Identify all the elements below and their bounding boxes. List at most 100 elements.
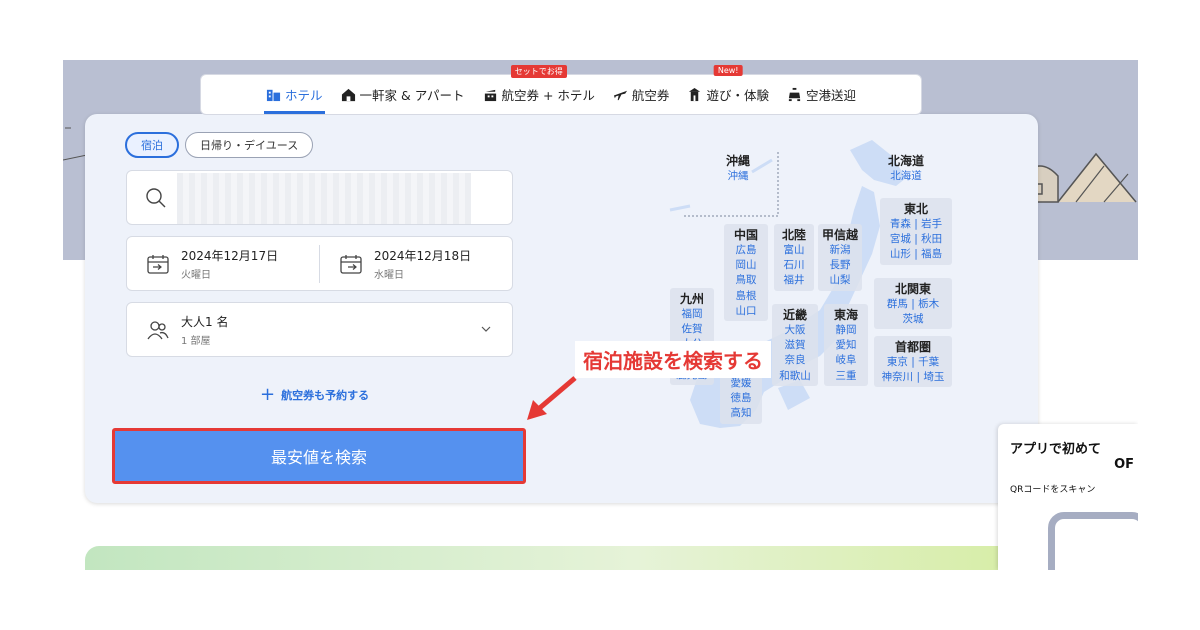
region-shikoku[interactable]: 愛媛 徳島 高知 xyxy=(720,374,762,424)
tab-hotel-label: ホテル xyxy=(285,88,323,103)
pref-link[interactable]: 茨城 xyxy=(877,312,949,327)
app-promo-qr-text: QRコードをスキャン xyxy=(1010,485,1096,495)
checkout-date-value: 2024年12月18日 xyxy=(374,248,472,263)
region-chugoku[interactable]: 中国 広島 岡山 鳥取 島根 山口 xyxy=(724,224,768,322)
pref-link[interactable]: 北海道 xyxy=(879,169,933,184)
region-name: 近畿 xyxy=(782,308,807,322)
tab-vacation-rental-label: 一軒家 & アパート xyxy=(359,88,465,103)
region-name: 九州 xyxy=(679,292,704,306)
pref-link[interactable]: 和歌山 xyxy=(775,369,815,384)
region-name: 北海道 xyxy=(887,154,924,168)
search-card: 宿泊 日帰り・デイユース 2024年12月17日 火曜日 2024年12月18日… xyxy=(85,114,1038,503)
tab-activities[interactable]: New! 遊び・体験 xyxy=(685,65,771,114)
occupancy-adults: 大人1 名 xyxy=(181,314,229,329)
region-kinki[interactable]: 近畿 大阪 滋賀 奈良 和歌山 xyxy=(772,304,818,386)
region-tokai[interactable]: 東海 静岡 愛知 岐阜 三重 xyxy=(824,304,868,386)
checkin-date[interactable]: 2024年12月17日 火曜日 xyxy=(127,237,319,290)
pref-link[interactable]: 大阪 xyxy=(775,323,815,338)
destination-search-field[interactable] xyxy=(126,170,513,225)
pref-link[interactable]: 鳥取 xyxy=(727,273,765,288)
tab-flight-hotel[interactable]: セットでお得 航空券 + ホテル xyxy=(481,65,597,114)
occupancy-rooms: 1 部屋 xyxy=(181,335,211,347)
pref-link[interactable]: 群馬 | 栃木 xyxy=(877,297,949,312)
region-name: 北陸 xyxy=(781,228,806,242)
overnight-pill[interactable]: 宿泊 xyxy=(125,132,179,158)
pref-link[interactable]: 山口 xyxy=(727,304,765,319)
pref-link[interactable]: 福岡 xyxy=(673,307,711,322)
checkout-date[interactable]: 2024年12月18日 水曜日 xyxy=(320,237,512,290)
tab-airport-transfer[interactable]: 空港送迎 xyxy=(785,75,858,114)
region-hokuriku[interactable]: 北陸 富山 石川 福井 xyxy=(774,224,814,291)
pref-link[interactable]: 山梨 xyxy=(821,273,859,288)
guests-icon xyxy=(147,320,169,339)
checkout-weekday: 水曜日 xyxy=(374,269,404,281)
flight-hotel-icon xyxy=(484,89,496,102)
tab-airport-transfer-label: 空港送迎 xyxy=(805,88,856,103)
region-kitakanto[interactable]: 北関東 群馬 | 栃木 茨城 xyxy=(874,278,952,330)
search-input[interactable] xyxy=(177,173,471,224)
pref-link[interactable]: 岐阜 xyxy=(827,353,865,368)
new-badge: New! xyxy=(713,65,743,76)
chevron-down-icon xyxy=(481,326,491,332)
region-koshinetsu[interactable]: 甲信越 新潟 長野 山梨 xyxy=(818,224,862,291)
pref-link[interactable]: 岡山 xyxy=(727,258,765,273)
pref-link[interactable]: 富山 xyxy=(777,243,811,258)
airplane-icon xyxy=(613,90,627,101)
pref-link[interactable]: 愛媛 xyxy=(723,376,759,391)
pref-link[interactable]: 愛知 xyxy=(827,338,865,353)
pref-link[interactable]: 高知 xyxy=(723,406,759,421)
activity-icon xyxy=(689,87,701,102)
pref-link[interactable]: 新潟 xyxy=(821,243,859,258)
dayuse-pill[interactable]: 日帰り・デイユース xyxy=(185,132,314,158)
tab-hotel[interactable]: ホテル xyxy=(264,75,325,114)
pref-link[interactable]: 静岡 xyxy=(827,323,865,338)
tab-flight-hotel-label: 航空券 + ホテル xyxy=(501,88,595,103)
checkin-date-value: 2024年12月17日 xyxy=(181,248,279,263)
region-name: 北関東 xyxy=(894,282,931,296)
tab-activities-label: 遊び・体験 xyxy=(706,88,769,103)
pref-link[interactable]: 長野 xyxy=(821,258,859,273)
pref-link[interactable]: 三重 xyxy=(827,369,865,384)
checkout-calendar-icon xyxy=(340,254,362,274)
region-name: 東北 xyxy=(903,202,928,216)
annotation-arrow-icon xyxy=(527,376,577,420)
pref-link[interactable]: 青森 | 岩手 xyxy=(883,217,949,232)
region-okinawa[interactable]: 沖縄 沖縄 xyxy=(716,150,760,186)
pref-link[interactable]: 沖縄 xyxy=(719,169,757,184)
search-button[interactable]: 最安値を検索 xyxy=(112,428,526,484)
region-name: 東海 xyxy=(833,308,858,322)
tab-flights[interactable]: 航空券 xyxy=(611,75,672,114)
pref-link[interactable]: 滋賀 xyxy=(775,338,815,353)
region-tohoku[interactable]: 東北 青森 | 岩手 宮城 | 秋田 山形 | 福島 xyxy=(880,198,952,265)
pref-link[interactable]: 佐賀 xyxy=(673,322,711,337)
japan-region-map: 沖縄 沖縄 北海道 北海道 東北 青森 | 岩手 宮城 | 秋田 山形 | 福島… xyxy=(660,130,960,440)
region-hokkaido[interactable]: 北海道 北海道 xyxy=(876,150,936,186)
pref-link[interactable]: 島根 xyxy=(727,289,765,304)
house-icon xyxy=(341,88,355,102)
pref-link[interactable]: 広島 xyxy=(727,243,765,258)
pref-link[interactable]: 奈良 xyxy=(775,353,815,368)
page-frame: ホテル 一軒家 & アパート セットでお得 航空券 + ホテル 航空券 New!… xyxy=(63,60,1138,570)
add-flight-label: 航空券も予約する xyxy=(281,388,370,402)
region-shutoken[interactable]: 首都圏 東京 | 千葉 神奈川 | 埼玉 xyxy=(874,336,952,388)
tab-vacation-rental[interactable]: 一軒家 & アパート xyxy=(339,75,467,114)
pref-link[interactable]: 徳島 xyxy=(723,391,759,406)
promo-banner[interactable] xyxy=(85,546,1085,570)
hotel-icon xyxy=(266,89,281,102)
hero-illustration-left xyxy=(63,127,87,161)
pref-link[interactable]: 石川 xyxy=(777,258,811,273)
pref-link[interactable]: 福井 xyxy=(777,273,811,288)
checkin-calendar-icon xyxy=(147,254,169,274)
app-promo-card[interactable]: アプリで初めて OF QRコードをスキャン xyxy=(998,424,1138,570)
annotation-callout: 宿泊施設を検索する xyxy=(575,341,771,378)
tab-flights-label: 航空券 xyxy=(631,88,670,103)
add-flight-link[interactable]: + 航空券も予約する xyxy=(260,384,369,405)
pref-link[interactable]: 東京 | 千葉 xyxy=(877,355,949,370)
pref-link[interactable]: 宮城 | 秋田 xyxy=(883,232,949,247)
search-icon xyxy=(146,187,166,207)
pref-link[interactable]: 山形 | 福島 xyxy=(883,247,949,262)
stay-type-toggle: 宿泊 日帰り・デイユース xyxy=(125,132,314,158)
product-nav: ホテル 一軒家 & アパート セットでお得 航空券 + ホテル 航空券 New!… xyxy=(200,65,922,115)
pref-link[interactable]: 神奈川 | 埼玉 xyxy=(877,370,949,385)
occupancy-field[interactable]: 大人1 名 1 部屋 xyxy=(126,302,513,357)
